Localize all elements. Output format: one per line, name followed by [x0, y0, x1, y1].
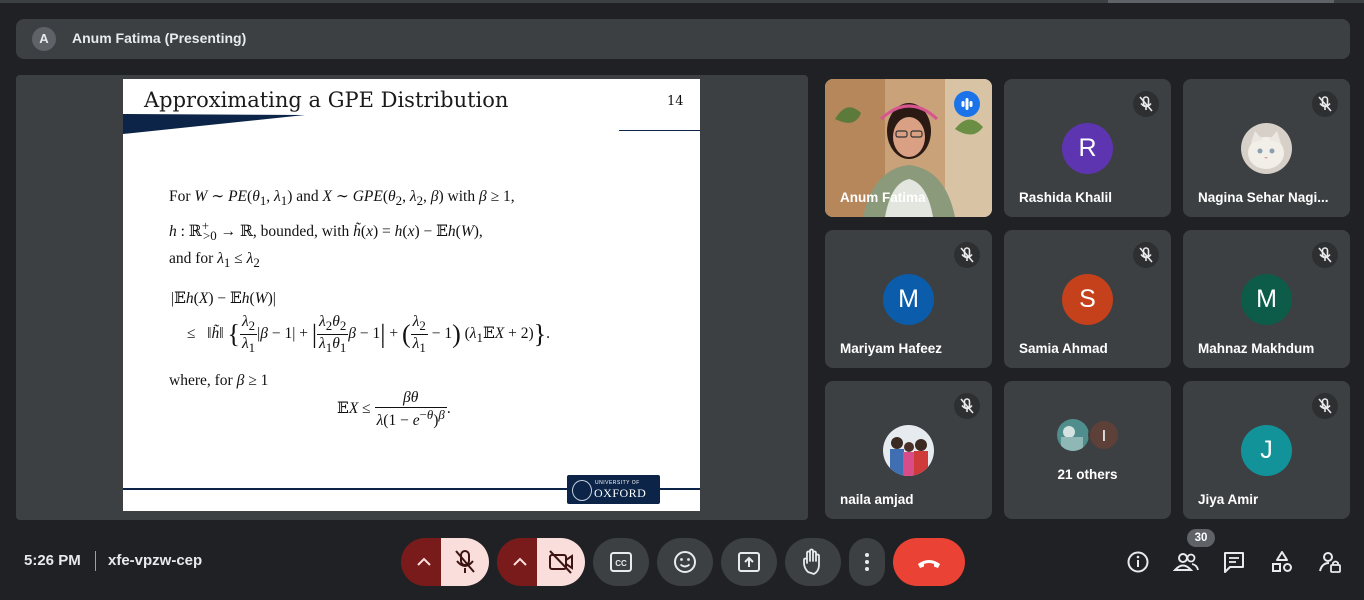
slide-page-number: 14 [667, 94, 684, 109]
present-screen-button[interactable] [721, 538, 777, 586]
raise-hand-button[interactable] [785, 538, 841, 586]
captions-button[interactable]: CC [593, 538, 649, 586]
people-icon[interactable] [1172, 548, 1200, 576]
others-count-label: 21 others [1057, 467, 1118, 482]
participant-tile-jiya-amir[interactable]: J Jiya Amir [1183, 381, 1350, 519]
slide-title-wedge [123, 114, 305, 134]
mic-off-icon [954, 393, 980, 419]
top-progress-segment [1108, 0, 1334, 3]
participant-photo [1241, 123, 1292, 174]
participant-name: Samia Ahmad [1019, 341, 1108, 356]
mic-off-icon [1312, 91, 1338, 117]
slide-line-4: |𝔼h(X) − 𝔼h(W)| [171, 290, 276, 307]
mic-off-icon [1312, 393, 1338, 419]
more-options-button[interactable] [849, 538, 885, 586]
mic-off-icon [455, 550, 475, 573]
mic-toggle-button[interactable] [441, 538, 489, 586]
presenter-title: Anum Fatima (Presenting) [72, 30, 247, 46]
call-end-icon [918, 560, 940, 568]
slide-line-5: ≤ ‖h̃‖ {λ2 λ1 |β − 1| + | λ2θ2 λ1θ1 β − 1| + … [187, 313, 551, 356]
meeting-time: 5:26 PM [24, 552, 81, 569]
slide-line-6: where, for β ≥ 1 [169, 372, 269, 389]
people-count-badge: 30 [1187, 529, 1215, 547]
slide-line-1: For W ∼ PE(θ1, λ1) and X ∼ GPE(θ2, λ2, β… [169, 188, 515, 209]
participant-tile-mariyam-hafeez[interactable]: M Mariyam Hafeez [825, 230, 992, 368]
participant-avatar: J [1241, 425, 1292, 476]
svg-text:CC: CC [615, 559, 627, 568]
mic-options-button[interactable] [401, 538, 441, 586]
meeting-info-separator [95, 551, 96, 571]
participant-tile-naila-amjad[interactable]: naila amjad [825, 381, 992, 519]
participant-tile-others[interactable]: I 21 others [1004, 381, 1171, 519]
oxford-logo: UNIVERSITY OF OXFORD [567, 475, 660, 504]
camera-toggle-button[interactable] [537, 538, 585, 586]
reactions-button[interactable] [657, 538, 713, 586]
participant-name: Mahnaz Makhdum [1198, 341, 1315, 356]
participant-avatar: R [1062, 123, 1113, 174]
chat-icon[interactable] [1220, 548, 1248, 576]
present-screen-icon [738, 552, 760, 572]
participant-name: Mariyam Hafeez [840, 341, 943, 356]
top-progress-line [0, 0, 1364, 3]
chevron-up-icon [417, 557, 431, 566]
presenter-bar: A Anum Fatima (Presenting) [16, 19, 1350, 59]
presentation-stage[interactable]: Approximating a GPE Distribution 14 For … [16, 75, 808, 520]
speaking-indicator-icon [954, 91, 980, 117]
participant-tile-nagina-sehar[interactable]: Nagina Sehar Nagi... [1183, 79, 1350, 217]
participant-tile-samia-ahmad[interactable]: S Samia Ahmad [1004, 230, 1171, 368]
participant-name: Anum Fatima [840, 190, 926, 205]
participant-avatar: M [883, 274, 934, 325]
captions-icon: CC [610, 552, 632, 572]
camera-off-icon [549, 550, 573, 574]
meeting-info-icon[interactable] [1124, 548, 1152, 576]
participant-name: Jiya Amir [1198, 492, 1259, 507]
host-controls-icon[interactable] [1316, 548, 1344, 576]
mic-off-icon [1133, 91, 1159, 117]
participant-name: naila amjad [840, 492, 914, 507]
more-vert-icon [865, 553, 869, 571]
participant-tile-rashida-khalil[interactable]: R Rashida Khalil [1004, 79, 1171, 217]
slide-line-2: h : ℝ+>0 → ℝ, bounded, with h̃(x) = h(x)… [169, 218, 483, 244]
slide-line-3: and for λ1 ≤ λ2 [169, 250, 260, 271]
activities-icon[interactable] [1268, 548, 1296, 576]
oxford-logo-big: OXFORD [594, 486, 647, 500]
presenter-avatar: A [32, 27, 56, 51]
participant-avatar: M [1241, 274, 1292, 325]
others-photo [1057, 419, 1089, 451]
participant-tile-anum-fatima[interactable]: Anum Fatima [825, 79, 992, 217]
camera-options-button[interactable] [497, 538, 537, 586]
leave-call-button[interactable] [893, 538, 965, 586]
slide-line-7: 𝔼X ≤ βθ λ(1 − e−θ)β. [337, 389, 451, 429]
others-avatar: I [1088, 419, 1120, 451]
mic-off-icon [1133, 242, 1159, 268]
participant-photo [883, 425, 934, 476]
participant-name: Rashida Khalil [1019, 190, 1113, 205]
participant-tile-mahnaz-makhdum[interactable]: M Mahnaz Makhdum [1183, 230, 1350, 368]
oxford-crest-icon [572, 480, 592, 501]
mic-off-icon [954, 242, 980, 268]
chevron-up-icon [513, 557, 527, 566]
participant-name: Nagina Sehar Nagi... [1198, 190, 1329, 205]
presented-slide: Approximating a GPE Distribution 14 For … [123, 79, 700, 511]
participant-avatar: S [1062, 274, 1113, 325]
mic-off-icon [1312, 242, 1338, 268]
hand-icon [803, 548, 820, 575]
slide-title: Approximating a GPE Distribution [144, 88, 509, 112]
emoji-icon [674, 551, 696, 573]
meeting-code: xfe-vpzw-cep [108, 552, 203, 569]
slide-rule-top [619, 130, 700, 131]
